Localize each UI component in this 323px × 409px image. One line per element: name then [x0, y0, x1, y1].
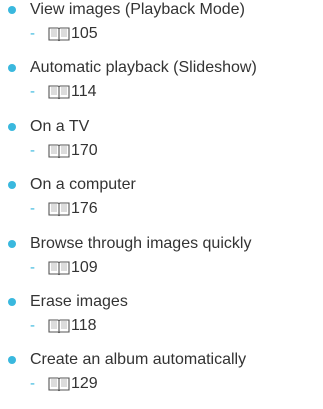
bullet-icon	[8, 122, 16, 131]
list-item: View images (Playback Mode) - 105	[0, 0, 323, 58]
page-number: 109	[71, 258, 98, 276]
dash: -	[30, 25, 35, 42]
dash: -	[30, 141, 35, 159]
bullet-icon	[8, 356, 16, 365]
page-number: 170	[71, 141, 98, 159]
bullet-icon	[8, 181, 16, 190]
page-number: 105	[71, 25, 98, 42]
list-item: Automatic playback (Slideshow) - 114	[0, 58, 323, 116]
bullet-icon	[8, 297, 16, 306]
bullet-icon	[8, 6, 16, 14]
list-item: On a TV - 170	[0, 117, 323, 175]
book-icon	[48, 319, 70, 333]
reference-list: View images (Playback Mode) - 105 Automa…	[0, 0, 323, 409]
list-item: Create an album automatically - 129	[0, 350, 323, 408]
book-icon	[48, 202, 70, 217]
page-reference-link[interactable]: - 176	[30, 199, 98, 219]
page-reference-link[interactable]: - 129	[30, 374, 98, 394]
dash: -	[30, 200, 35, 218]
item-title: Automatic playback (Slideshow)	[30, 59, 257, 77]
page-number: 114	[71, 83, 97, 101]
list-item: Browse through images quickly - 109	[0, 234, 323, 292]
page-reference-link[interactable]: - 105	[30, 24, 98, 44]
book-icon	[48, 144, 70, 158]
dash: -	[30, 258, 35, 276]
page-reference-link[interactable]: - 118	[30, 316, 97, 336]
item-title: Browse through images quickly	[30, 234, 252, 252]
list-item: Erase images - 118	[0, 292, 323, 350]
item-title: Create an album automatically	[30, 351, 247, 369]
item-title: On a TV	[30, 117, 90, 135]
page-reference-link[interactable]: - 114	[30, 82, 97, 102]
book-icon	[48, 261, 70, 275]
page-number: 176	[71, 200, 98, 218]
page-reference-link[interactable]: - 170	[30, 141, 98, 161]
book-icon	[48, 85, 70, 100]
page-number: 129	[71, 375, 98, 393]
dash: -	[30, 375, 35, 393]
page-number: 118	[71, 316, 97, 334]
bullet-icon	[8, 64, 16, 73]
item-title: View images (Playback Mode)	[30, 1, 245, 18]
page-reference-link[interactable]: - 109	[30, 258, 98, 278]
bullet-icon	[8, 239, 16, 248]
dash: -	[30, 316, 35, 334]
list-item: On a computer - 176	[0, 175, 323, 233]
item-title: On a computer	[30, 176, 136, 194]
dash: -	[30, 83, 35, 101]
book-icon	[48, 27, 70, 42]
item-title: Erase images	[30, 292, 128, 310]
book-icon	[48, 377, 70, 392]
